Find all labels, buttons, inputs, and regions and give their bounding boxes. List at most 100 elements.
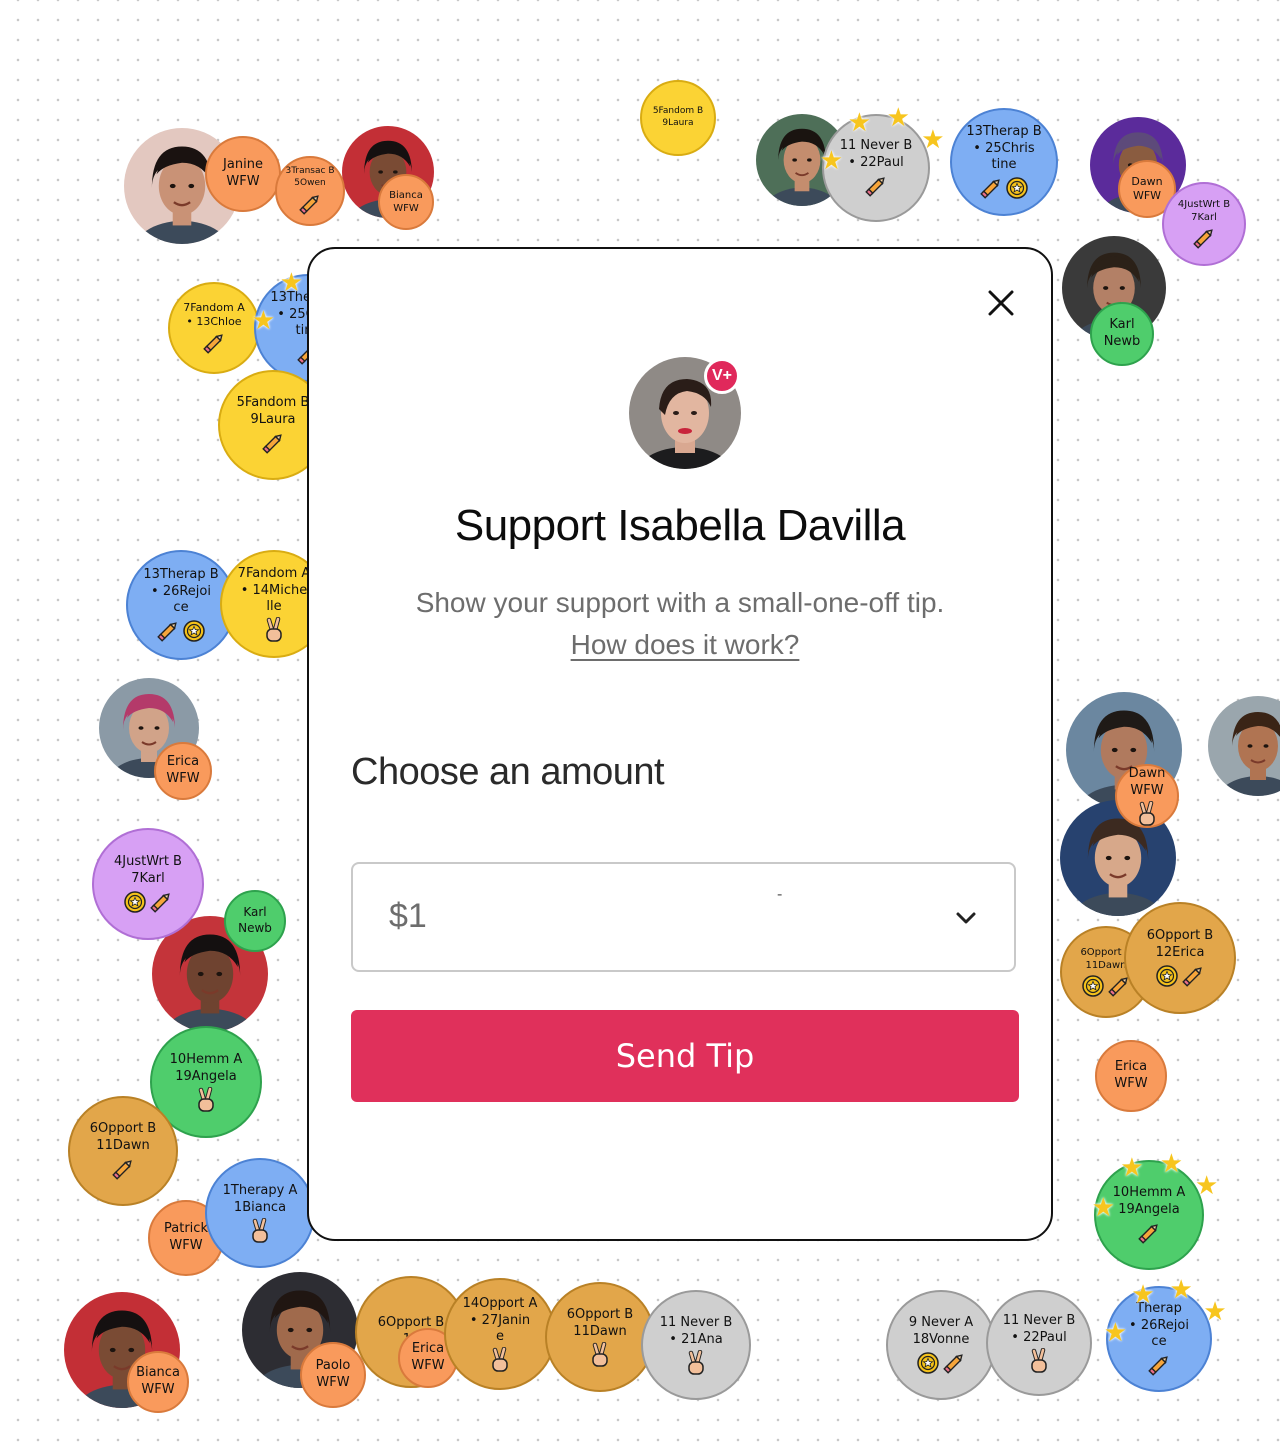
bubble-bianca-bottom[interactable]: Bianca WFW bbox=[127, 1351, 189, 1413]
bubble-therap-rejoice-right[interactable]: Therap • 26Rejoi ce ★ ★ ★ ★ bbox=[1104, 1277, 1227, 1392]
bubble-icons bbox=[194, 1086, 218, 1112]
bubble-icons bbox=[111, 1157, 135, 1181]
pencil-icon bbox=[261, 431, 285, 455]
bubble-label: Patrick WFW bbox=[164, 1221, 208, 1253]
star-icon: ★ bbox=[1159, 1149, 1184, 1179]
amount-heading: Choose an amount bbox=[351, 751, 665, 793]
peace-hand-icon bbox=[1135, 800, 1159, 826]
bubble-erica-right[interactable]: Erica WFW bbox=[1095, 1040, 1167, 1112]
bubble-icons bbox=[156, 619, 206, 643]
bubble-label: Janine WFW bbox=[223, 157, 263, 189]
bubble-1therapy-bianca[interactable]: 1Therapy A 1Bianca bbox=[205, 1158, 315, 1268]
bubble-icons bbox=[298, 192, 322, 216]
bubble-icons bbox=[1137, 1221, 1161, 1245]
star-icon: ★ bbox=[847, 107, 872, 138]
bubble-label: 10Hemm A 19Angela bbox=[169, 1052, 243, 1084]
bubble-label: 6Opport B 12Erica bbox=[1146, 928, 1214, 960]
bubble-icons bbox=[588, 1341, 612, 1367]
pencil-icon bbox=[202, 331, 226, 355]
bubble-11never-ana[interactable]: 11 Never B • 21Ana bbox=[641, 1290, 751, 1400]
bubble-label: Karl Newb bbox=[238, 905, 272, 935]
star-icon: ★ bbox=[1195, 1171, 1219, 1201]
peace-hand-icon bbox=[684, 1349, 708, 1375]
bubble-erica-left[interactable]: Erica WFW bbox=[154, 742, 212, 800]
star-icon: ★ bbox=[921, 124, 945, 155]
bubble-6opport-dawn-bottom[interactable]: 6Opport B 11Dawn bbox=[545, 1282, 655, 1392]
pencil-icon bbox=[156, 619, 180, 643]
pencil-icon bbox=[1147, 1353, 1171, 1377]
bubble-janine[interactable]: Janine WFW bbox=[205, 136, 281, 212]
bubble-label: 7Fandom A • 14Miche lle bbox=[237, 565, 311, 615]
close-button[interactable] bbox=[985, 287, 1017, 319]
bubble-7fandom-chloe[interactable]: 7Fandom A • 13Chloe bbox=[168, 282, 260, 374]
how-does-it-work-link[interactable]: How does it work? bbox=[560, 629, 810, 661]
bubble-label: 11 Never B • 21Ana bbox=[659, 1315, 733, 1347]
amount-select[interactable]: $1 - bbox=[351, 862, 1016, 972]
bubble-label: Bianca WFW bbox=[389, 190, 423, 214]
bubble-label: Dawn WFW bbox=[1128, 766, 1166, 798]
coin-icon bbox=[916, 1351, 940, 1375]
bubble-11never-paul-top[interactable]: 11 Never B • 22Paul ★ ★ ★ ★ bbox=[820, 105, 945, 222]
chevron-down-icon bbox=[956, 912, 976, 924]
bubble-label: 10Hemm A 19Angela bbox=[1112, 1185, 1186, 1217]
bubble-paolo[interactable]: Paolo WFW bbox=[300, 1342, 366, 1408]
bubble-dawn-right[interactable]: Dawn WFW bbox=[1115, 764, 1179, 828]
bubble-icons bbox=[684, 1349, 708, 1375]
star-icon: ★ bbox=[1091, 1193, 1115, 1223]
star-icon: ★ bbox=[1131, 1279, 1155, 1310]
bubble-label: Erica WFW bbox=[1114, 1059, 1148, 1091]
bubble-icons bbox=[979, 176, 1029, 200]
bubble-13therap-christine-top[interactable]: 13Therap B • 25Chris tine bbox=[950, 108, 1058, 216]
bubble-14opport-janine[interactable]: 14Opport A • 27Janin e bbox=[444, 1278, 556, 1390]
bubble-4justwrt-karl-small[interactable]: 4JustWrt B 7Karl bbox=[1162, 182, 1246, 266]
bubble-icons bbox=[123, 890, 173, 914]
bubble-label: 7Fandom A • 13Chloe bbox=[183, 300, 245, 328]
bubble-label: 6Opport B 11Dawn bbox=[89, 1121, 157, 1153]
peace-hand-icon bbox=[194, 1086, 218, 1112]
close-icon bbox=[988, 290, 1014, 316]
bubble-icons bbox=[864, 174, 888, 198]
bubble-label: Bianca WFW bbox=[136, 1365, 180, 1397]
pencil-icon bbox=[979, 176, 1003, 200]
bubble-11never-paul-bottom[interactable]: 11 Never B • 22Paul bbox=[986, 1290, 1092, 1396]
bubble-icons bbox=[1147, 1353, 1171, 1377]
bubble-5fandom-laura-small[interactable]: 5Fandom B 9Laura bbox=[640, 80, 716, 156]
bubble-label: 9 Never A 18Vonne bbox=[908, 1315, 974, 1347]
bubble-label: 14Opport A • 27Janin e bbox=[462, 1295, 538, 1345]
modal-title: Support Isabella Davilla bbox=[454, 501, 906, 550]
coin-icon bbox=[1081, 974, 1105, 998]
bubble-9never-vonne[interactable]: 9 Never A 18Vonne bbox=[886, 1290, 996, 1400]
coin-icon bbox=[1005, 176, 1029, 200]
bubble-10hemm-angela-right[interactable]: 10Hemm A 19Angela ★ ★ ★ ★ bbox=[1091, 1151, 1218, 1270]
bubble-label: 4JustWrt B 7Karl bbox=[1177, 199, 1231, 223]
peace-hand-icon bbox=[1027, 1347, 1051, 1373]
bubble-icons bbox=[1081, 974, 1131, 998]
star-icon: ★ bbox=[886, 103, 910, 134]
bubble-label: 3Transac B 5Owen bbox=[285, 166, 335, 188]
bubble-icons bbox=[1192, 226, 1216, 250]
modal-subtitle: Show your support with a small-one-off t… bbox=[415, 587, 945, 618]
peace-hand-icon bbox=[488, 1347, 512, 1373]
bubble-icons bbox=[1155, 964, 1205, 988]
bubble-icons bbox=[202, 331, 226, 355]
photo-avatar-8 bbox=[1208, 696, 1280, 796]
pencil-icon bbox=[864, 174, 888, 198]
star-icon: ★ bbox=[279, 267, 304, 298]
bubble-karl-newb-top[interactable]: Karl Newb bbox=[1090, 302, 1154, 366]
bubble-label: 4JustWrt B 7Karl bbox=[114, 854, 182, 886]
bubble-icons bbox=[262, 617, 286, 643]
coin-icon bbox=[123, 890, 147, 914]
bubble-karl-newb-left[interactable]: Karl Newb bbox=[224, 890, 286, 952]
bubble-icons bbox=[916, 1351, 966, 1375]
coin-icon bbox=[182, 619, 206, 643]
bubble-3transac-owen[interactable]: 3Transac B 5Owen bbox=[275, 156, 345, 226]
bubble-6opport-dawn-left[interactable]: 6Opport B 11Dawn bbox=[68, 1096, 178, 1206]
bubble-icons bbox=[1027, 1347, 1051, 1373]
bubble-4justwrt-karl[interactable]: 4JustWrt B 7Karl bbox=[92, 828, 204, 940]
vplus-badge: V+ bbox=[704, 358, 740, 394]
bubble-6opport-erica-right[interactable]: 6Opport B 12Erica bbox=[1124, 902, 1236, 1014]
peace-hand-icon bbox=[248, 1217, 272, 1243]
bubble-bianca-top[interactable]: Bianca WFW bbox=[378, 174, 434, 230]
send-tip-button[interactable]: Send Tip bbox=[351, 1010, 1019, 1102]
amount-dash: - bbox=[777, 886, 783, 903]
